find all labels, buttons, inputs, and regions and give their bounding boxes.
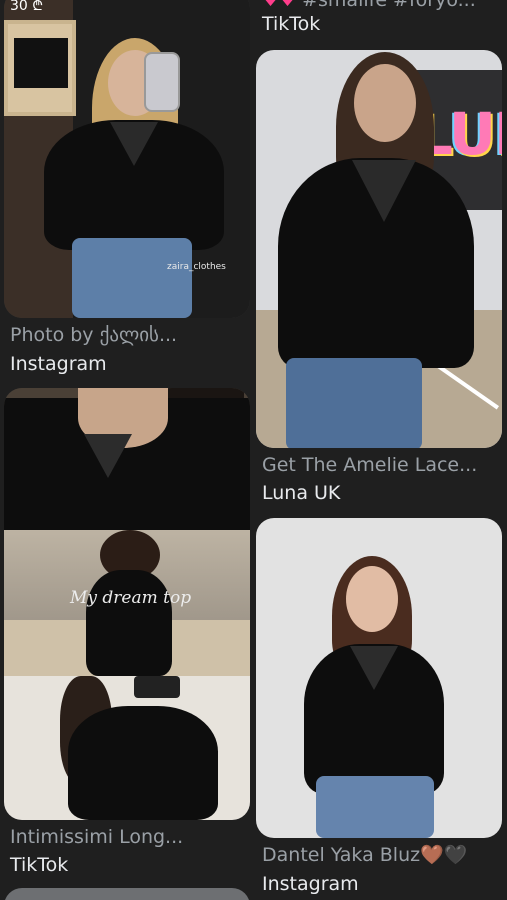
result-caption[interactable]: Dantel Yaka Bluz🤎🖤 [262, 843, 498, 867]
result-source[interactable]: TikTok [262, 12, 320, 36]
phone [144, 52, 180, 112]
black-top-back [86, 570, 172, 676]
result-image-next[interactable] [4, 888, 250, 900]
result-caption[interactable]: Intimissimi Long... [10, 825, 246, 849]
lace-neckline [84, 434, 132, 478]
result-image-collage[interactable]: My dream top [4, 388, 250, 820]
result-source[interactable]: Luna UK [262, 481, 340, 505]
jeans [316, 776, 434, 838]
price-label: 30 ₾ [10, 0, 44, 14]
lace-neckline [110, 122, 158, 166]
heart-emoji-icon: ♥♥ [262, 0, 303, 11]
result-image-studio[interactable] [256, 518, 502, 838]
lace-neckline [352, 160, 416, 222]
result-source[interactable]: TikTok [10, 853, 68, 877]
phone [134, 676, 180, 698]
face [346, 566, 398, 632]
watermark: zaira_clothes [167, 262, 226, 272]
result-source[interactable]: Instagram [10, 352, 107, 376]
result-caption-partial[interactable]: ♥♥ #smallfe #foryo... [262, 0, 498, 12]
jeans [72, 238, 192, 318]
result-source[interactable]: Instagram [262, 872, 359, 896]
collage-panel-2: My dream top [4, 530, 250, 676]
face [354, 64, 416, 142]
collage-panel-1 [4, 388, 250, 530]
result-image-luna-shop[interactable]: LUN [256, 50, 502, 448]
result-caption[interactable]: Get The Amelie Lace... [262, 453, 498, 477]
lace-neckline [350, 646, 398, 690]
jeans [286, 358, 422, 448]
result-caption[interactable]: Photo by ქალის... [10, 323, 246, 347]
collage-panel-3 [4, 676, 250, 820]
black-top [68, 706, 218, 820]
image-results-feed: 30 ₾ zaira_clothes Photo by ქალის... Ins… [0, 0, 507, 900]
overlay-text: My dream top [70, 588, 192, 608]
result-image-mirror-selfie[interactable]: 30 ₾ zaira_clothes [4, 0, 250, 318]
heart-emoji-icon: 🤎🖤 [420, 844, 468, 866]
frame-sign [14, 38, 68, 88]
